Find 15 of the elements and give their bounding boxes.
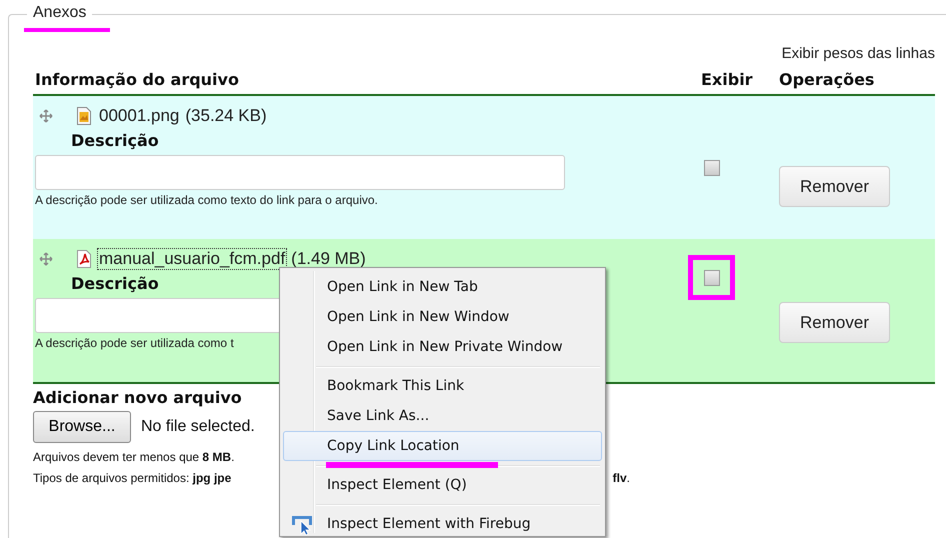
section-legend: Anexos [33, 3, 86, 23]
field-hint: A descrição pode ser utilizada como t [35, 336, 234, 350]
section-heading: Adicionar novo arquivo [33, 388, 242, 407]
size-note: Arquivos devem ter menos que 8 MB. [33, 450, 234, 464]
column-header: Informação do arquivo [34, 70, 240, 88]
types-note: Tipos de arquivos permitidos: jpg jpe [33, 471, 232, 485]
file-size: (1.49 MB) [291, 249, 366, 269]
field-label: Descrição [71, 131, 159, 150]
types-note: flv. [612, 471, 630, 485]
file-size: (35.24 KB) [185, 106, 267, 126]
file-status: No file selected. [141, 418, 255, 436]
column-header: Operações [778, 70, 876, 88]
field-hint: A descrição pode ser utilizada como texto do link para o arquivo. [35, 193, 378, 207]
field-label: Descrição [71, 274, 159, 293]
column-header: Exibir [701, 70, 754, 88]
